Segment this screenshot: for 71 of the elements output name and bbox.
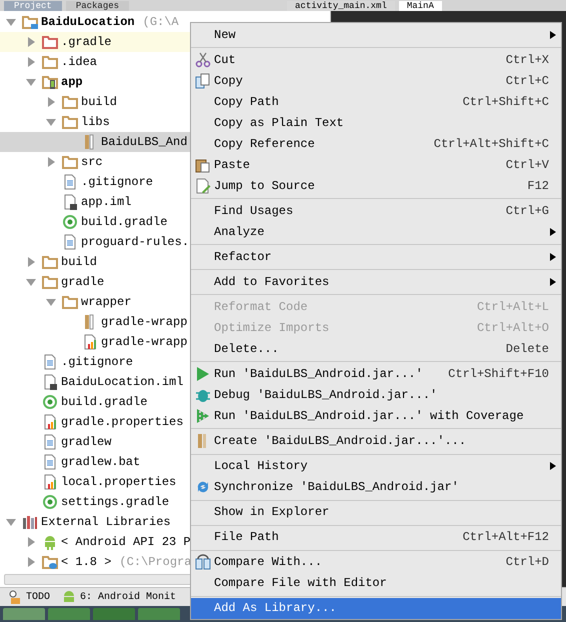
- compare-icon: [195, 554, 211, 570]
- menu-item[interactable]: Delete... Delete: [191, 338, 561, 360]
- menu-item[interactable]: Debug 'BaiduLBS_Android.jar...': [191, 384, 561, 406]
- menu-item[interactable]: Find Usages Ctrl+G: [191, 200, 561, 222]
- file-icon: [62, 174, 78, 190]
- editor-tab[interactable]: activity_main.xml: [287, 1, 395, 11]
- submenu-arrow-icon: [550, 228, 556, 236]
- file-icon: [62, 234, 78, 250]
- menu-item[interactable]: Copy Path Ctrl+Shift+C: [191, 91, 561, 112]
- submenu-arrow-icon: [550, 30, 556, 38]
- todo-icon: [8, 590, 22, 604]
- properties-file-icon: [42, 474, 58, 490]
- menu-item[interactable]: Refactor: [191, 246, 561, 268]
- module-folder-icon: [42, 74, 58, 90]
- tool-window-label: 6: Android Monit: [80, 592, 176, 602]
- tool-window-button[interactable]: 6: Android Monit: [62, 590, 176, 604]
- folder-icon: [42, 54, 58, 70]
- gradle-icon: [62, 214, 78, 230]
- submenu-arrow-icon: [550, 462, 556, 470]
- menu-item[interactable]: Cut Ctrl+X: [191, 49, 561, 70]
- menu-item[interactable]: Run 'BaiduLBS_Android.jar...' with Coverage: [191, 405, 561, 426]
- coverage-run-icon: [195, 408, 211, 424]
- copy-icon: [195, 72, 211, 89]
- menu-item[interactable]: Synchronize 'BaiduLBS_Android.jar': [191, 476, 561, 498]
- menu-item[interactable]: Copy as Plain Text: [191, 112, 561, 134]
- gradle-icon: [42, 494, 58, 510]
- submenu-arrow-icon: [550, 278, 556, 286]
- android-icon: [62, 590, 76, 604]
- menu-item[interactable]: Analyze: [191, 221, 561, 242]
- menu-item[interactable]: Show in Explorer: [191, 502, 561, 523]
- path-text: (G:\A: [142, 15, 179, 29]
- module-file-icon: [62, 194, 78, 210]
- properties-file-icon: [82, 334, 98, 350]
- file-icon: [42, 354, 58, 370]
- folder-icon: [62, 154, 78, 170]
- tool-window-button[interactable]: TODO: [8, 590, 50, 604]
- menu-item[interactable]: Run 'BaiduLBS_Android.jar...' Ctrl+Shift+F10: [191, 363, 561, 384]
- folder-icon: [62, 94, 78, 110]
- menu-item[interactable]: Create 'BaiduLBS_Android.jar...'...: [191, 430, 561, 452]
- path-text: (C:\Progra: [119, 555, 192, 569]
- menu-item[interactable]: Jump to Source F12: [191, 175, 561, 196]
- document-edit-icon: [195, 178, 211, 194]
- folder-icon: [62, 114, 78, 130]
- menu-item[interactable]: File Path Ctrl+Alt+F12: [191, 526, 561, 548]
- android-icon: [42, 534, 58, 550]
- menu-item[interactable]: Local History: [191, 456, 561, 477]
- tool-window-label: TODO: [26, 592, 50, 602]
- properties-file-icon: [42, 414, 58, 430]
- folder-icon: [42, 274, 58, 290]
- gradle-icon: [42, 394, 58, 410]
- folder-icon: [62, 294, 78, 310]
- folder-icon: [42, 254, 58, 270]
- file-icon: [42, 454, 58, 470]
- menu-item[interactable]: Add As Library...: [191, 598, 561, 619]
- scissors-icon: [195, 52, 211, 68]
- module-file-icon: [42, 374, 58, 390]
- folder-icon: [42, 34, 58, 50]
- play-icon: [195, 366, 211, 382]
- books-icon: [22, 514, 38, 530]
- project-folder-icon: [22, 14, 38, 30]
- editor-tab[interactable]: MainA: [398, 1, 442, 11]
- menu-item[interactable]: Add to Favorites: [191, 271, 561, 292]
- menu-item[interactable]: Compare File with Editor: [191, 572, 561, 594]
- panel-tab[interactable]: Packages: [66, 1, 130, 11]
- menu-item[interactable]: Compare With... Ctrl+D: [191, 552, 561, 573]
- paste-icon: [195, 156, 211, 173]
- submenu-arrow-icon: [550, 252, 556, 261]
- folder-icon: [42, 554, 58, 570]
- file-icon: [42, 434, 58, 450]
- menu-item[interactable]: Copy Ctrl+C: [191, 70, 561, 92]
- menu-item[interactable]: Paste Ctrl+V: [191, 154, 561, 176]
